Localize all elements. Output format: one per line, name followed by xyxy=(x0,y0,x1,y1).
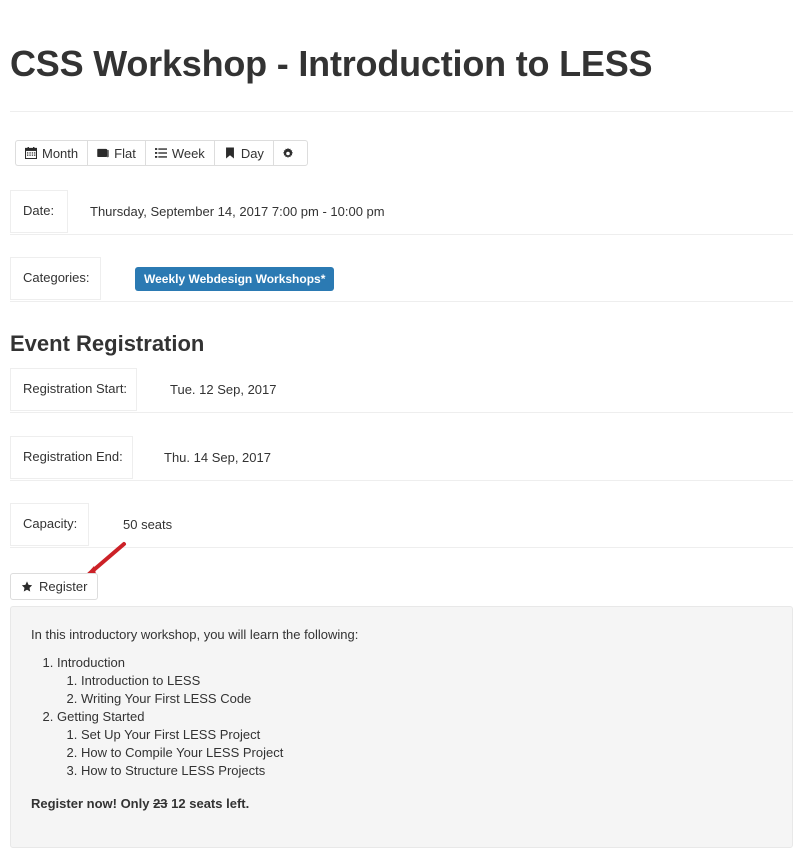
event-detail-page: CSS Workshop - Introduction to LESS Mont… xyxy=(0,0,810,859)
outline-sublist: Introduction to LESS Writing Your First … xyxy=(57,672,772,708)
description-outro: Register now! Only 23 12 seats left. xyxy=(31,794,772,814)
outline-list: Introduction Introduction to LESS Writin… xyxy=(31,654,772,780)
detail-row-registration-end: Registration End: Thu. 14 Sep, 2017 xyxy=(10,436,793,481)
outro-new-count: 12 xyxy=(167,796,186,811)
list-icon xyxy=(154,147,167,159)
description-panel: In this introductory workshop, you will … xyxy=(10,606,793,848)
gear-icon xyxy=(282,147,294,159)
outline-subitem: Writing Your First LESS Code xyxy=(81,690,772,708)
outro-suffix: seats left. xyxy=(185,796,250,811)
outro-prefix: Register now! Only xyxy=(31,796,154,811)
outline-item-label: Getting Started xyxy=(57,709,145,724)
register-button-label: Register xyxy=(39,579,88,594)
detail-value-categories: Weekly Webdesign Workshops* xyxy=(101,257,335,301)
view-button-day-label: Day xyxy=(240,145,264,161)
view-button-week[interactable]: Week xyxy=(144,140,214,166)
outline-sublist: Set Up Your First LESS Project How to Co… xyxy=(57,726,772,780)
bookmark-icon xyxy=(224,147,236,159)
detail-row-categories: Categories: Weekly Webdesign Workshops* xyxy=(10,257,793,302)
view-button-month-label: Month xyxy=(42,145,79,161)
section-heading-registration: Event Registration xyxy=(10,331,205,356)
outline-subitem: Introduction to LESS xyxy=(81,672,772,690)
detail-value-date: Thursday, September 14, 2017 7:00 pm - 1… xyxy=(90,203,385,219)
description-intro: In this introductory workshop, you will … xyxy=(31,627,359,642)
calendar-icon xyxy=(25,147,37,159)
detail-value-registration-end: Thu. 14 Sep, 2017 xyxy=(164,449,271,465)
detail-value-capacity: 50 seats xyxy=(123,516,173,532)
register-button[interactable]: Register xyxy=(10,573,99,600)
view-toolbar: Month Flat Week Day xyxy=(15,140,308,166)
detail-label-categories: Categories: xyxy=(10,257,101,300)
title-divider xyxy=(10,111,793,112)
view-button-flat[interactable]: Flat xyxy=(87,140,145,166)
page-title: CSS Workshop - Introduction to LESS xyxy=(10,43,653,84)
outline-item: Getting Started Set Up Your First LESS P… xyxy=(57,708,772,780)
detail-value-registration-start: Tue. 12 Sep, 2017 xyxy=(170,381,277,397)
detail-label-date: Date: xyxy=(10,190,68,233)
book-icon xyxy=(97,147,109,159)
outline-subitem: How to Compile Your LESS Project xyxy=(81,744,772,762)
detail-row-registration-start: Registration Start: Tue. 12 Sep, 2017 xyxy=(10,368,793,413)
outline-item-label: Introduction xyxy=(57,655,125,670)
view-button-flat-label: Flat xyxy=(114,145,136,161)
outline-subitem: How to Structure LESS Projects xyxy=(81,762,772,780)
category-badge[interactable]: Weekly Webdesign Workshops* xyxy=(135,267,335,291)
detail-label-registration-end: Registration End: xyxy=(10,436,133,479)
detail-label-registration-start: Registration Start: xyxy=(10,368,137,411)
star-icon xyxy=(21,580,33,593)
outline-subitem: Set Up Your First LESS Project xyxy=(81,726,772,744)
view-button-month[interactable]: Month xyxy=(15,140,88,166)
view-button-day[interactable]: Day xyxy=(213,140,273,166)
outline-item: Introduction Introduction to LESS Writin… xyxy=(57,654,772,708)
view-button-week-label: Week xyxy=(171,145,205,161)
settings-button[interactable] xyxy=(272,140,308,166)
detail-row-date: Date: Thursday, September 14, 2017 7:00 … xyxy=(10,190,793,235)
detail-label-capacity: Capacity: xyxy=(10,503,89,546)
detail-row-capacity: Capacity: 50 seats xyxy=(10,503,793,548)
outro-struck-count: 23 xyxy=(153,796,168,811)
